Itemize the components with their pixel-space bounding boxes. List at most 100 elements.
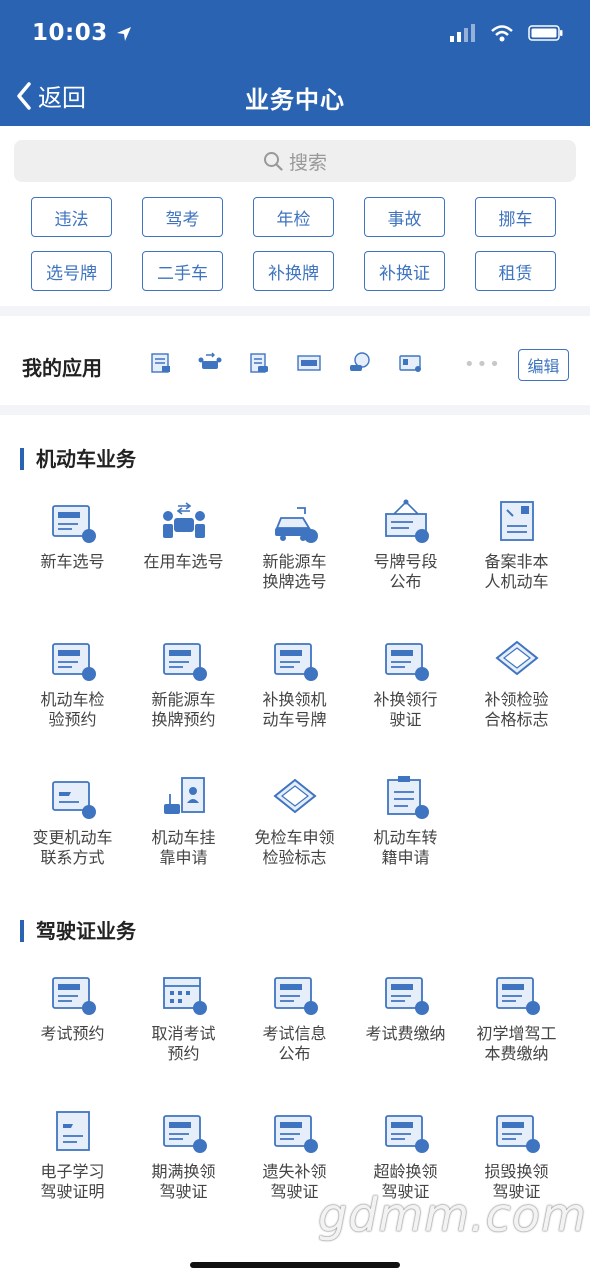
tag-move-car[interactable]: 挪车 — [475, 197, 556, 237]
more-dots-icon: ••• — [464, 354, 502, 375]
tag-select-plate[interactable]: 选号牌 — [31, 251, 112, 291]
service-item[interactable]: 新能源车 换牌预约 — [128, 616, 239, 754]
exam-info-icon — [271, 970, 319, 1016]
divider — [0, 306, 590, 316]
location-arrow-icon — [117, 26, 132, 41]
exam-book-icon — [49, 970, 97, 1016]
service-item-label: 机动车挂 靠申请 — [151, 828, 216, 867]
status-bar: 10:03 — [0, 0, 590, 68]
service-item-label: 在用车选号 — [143, 552, 224, 571]
inspect-book-icon — [49, 636, 97, 682]
learner-fee-icon — [493, 970, 541, 1016]
plate-board-icon[interactable] — [296, 352, 322, 374]
ev-car-icon — [271, 498, 319, 544]
service-item[interactable]: 补换领行 驶证 — [350, 616, 461, 754]
car-chat-icon[interactable] — [348, 352, 372, 374]
car-swap-icon[interactable] — [198, 352, 222, 374]
tag-driving-exam[interactable]: 驾考 — [142, 197, 223, 237]
service-item[interactable]: 免检车申领 检验标志 — [239, 754, 350, 892]
service-item-label: 免检车申领 检验标志 — [254, 828, 335, 867]
transfer-icon — [382, 774, 430, 820]
learn-cert-icon — [49, 1108, 97, 1154]
service-item[interactable]: 初学增驾工 本费缴纳 — [461, 950, 572, 1088]
new-plate-icon — [49, 498, 97, 544]
nav-bar: 返回 业务中心 — [0, 68, 590, 126]
expire-renew-icon — [160, 1108, 208, 1154]
service-item-label: 补换领行 驶证 — [373, 690, 438, 729]
search-icon — [263, 152, 283, 171]
search-placeholder: 搜索 — [288, 151, 327, 174]
doc-car-icon[interactable] — [248, 352, 270, 374]
service-item[interactable]: 补领检验 合格标志 — [461, 616, 572, 754]
vehicle-service-grid: 新车选号 在用车选号 新能源车 换牌选号 号牌号段 公布 备案非本 人机动车机动车检 验… — [17, 478, 573, 892]
section-title-license: 驾驶证业务 — [20, 920, 136, 942]
tag-rental[interactable]: 租赁 — [475, 251, 556, 291]
service-item[interactable]: 机动车检 验预约 — [17, 616, 128, 754]
tag-violation[interactable]: 违法 — [31, 197, 112, 237]
service-item[interactable]: 新能源车 换牌选号 — [239, 478, 350, 616]
service-item-label: 期满换领 驾驶证 — [151, 1162, 216, 1201]
service-item-label: 考试预约 — [40, 1024, 105, 1043]
record-doc-icon — [493, 498, 541, 544]
license-card-icon[interactable] — [398, 352, 422, 374]
status-time: 10:03 — [32, 20, 132, 46]
damaged-renew-icon — [493, 1108, 541, 1154]
battery-icon — [528, 25, 563, 41]
tag-used-car[interactable]: 二手车 — [142, 251, 223, 291]
service-item-label: 机动车检 验预约 — [40, 690, 105, 729]
lost-reissue-icon — [271, 1108, 319, 1154]
ev-plate-book-icon — [160, 636, 208, 682]
plate-reissue-icon — [271, 636, 319, 682]
page-title: 业务中心 — [245, 86, 345, 114]
service-item-label: 初学增驾工 本费缴纳 — [476, 1024, 557, 1063]
service-item-label: 考试费缴纳 — [365, 1024, 446, 1043]
wifi-icon — [491, 25, 513, 42]
status-icons — [450, 24, 564, 42]
watermark: gdmm.com — [318, 1188, 587, 1242]
my-apps-title: 我的应用 — [22, 356, 102, 380]
sign-board-icon — [382, 498, 430, 544]
app-header: 10:03 返回 业务中心 — [0, 0, 590, 126]
service-item[interactable]: 取消考试 预约 — [128, 950, 239, 1088]
service-item[interactable]: 变更机动车 联系方式 — [17, 754, 128, 892]
edit-button[interactable]: 编辑 — [518, 349, 569, 381]
service-item-label: 考试信息 公布 — [262, 1024, 327, 1063]
tag-annual-inspection[interactable]: 年检 — [253, 197, 334, 237]
service-item-label: 号牌号段 公布 — [373, 552, 438, 591]
car-swap-icon — [160, 498, 208, 544]
divider — [0, 405, 590, 415]
my-apps-bar: 我的应用 ••• 编辑 — [0, 318, 590, 408]
section-title-vehicle: 机动车业务 — [20, 448, 136, 470]
tag-replace-license[interactable]: 补换证 — [364, 251, 445, 291]
plate-select-icon[interactable] — [150, 352, 172, 374]
quick-tags: 违法 驾考 年检 事故 挪车 选号牌 二手车 补换牌 补换证 租赁 — [31, 197, 561, 291]
service-item[interactable]: 新车选号 — [17, 478, 128, 616]
service-item[interactable]: 号牌号段 公布 — [350, 478, 461, 616]
service-item[interactable]: 机动车挂 靠申请 — [128, 754, 239, 892]
service-item-label: 新车选号 — [40, 552, 105, 571]
service-item[interactable]: 补换领机 动车号牌 — [239, 616, 350, 754]
signal-icon — [450, 24, 475, 42]
tag-replace-plate[interactable]: 补换牌 — [253, 251, 334, 291]
tag-accident[interactable]: 事故 — [364, 197, 445, 237]
service-item[interactable]: 备案非本 人机动车 — [461, 478, 572, 616]
inspect-mark-icon — [493, 636, 541, 682]
search-input[interactable]: 搜索 — [14, 140, 576, 182]
service-item[interactable]: 在用车选号 — [128, 478, 239, 616]
service-item[interactable]: 考试费缴纳 — [350, 950, 461, 1088]
my-apps-icons — [150, 352, 422, 374]
service-item[interactable]: 电子学习 驾驶证明 — [17, 1088, 128, 1226]
service-item-label: 电子学习 驾驶证明 — [40, 1162, 105, 1201]
service-item[interactable]: 期满换领 驾驶证 — [128, 1088, 239, 1226]
service-item[interactable]: 机动车转 籍申请 — [350, 754, 461, 892]
service-item-label: 新能源车 换牌选号 — [262, 552, 327, 591]
service-item-label: 备案非本 人机动车 — [484, 552, 549, 591]
service-item-label: 机动车转 籍申请 — [373, 828, 438, 867]
license-service-grid: 考试预约 取消考试 预约 考试信息 公布 考试费缴纳 初学增驾工 本费缴纳电子学习 驾驶… — [17, 950, 573, 1226]
license-reissue-icon — [382, 636, 430, 682]
service-item[interactable]: 考试信息 公布 — [239, 950, 350, 1088]
home-indicator — [190, 1262, 400, 1268]
service-item[interactable]: 考试预约 — [17, 950, 128, 1088]
exam-cancel-icon — [160, 970, 208, 1016]
exempt-mark-icon — [271, 774, 319, 820]
